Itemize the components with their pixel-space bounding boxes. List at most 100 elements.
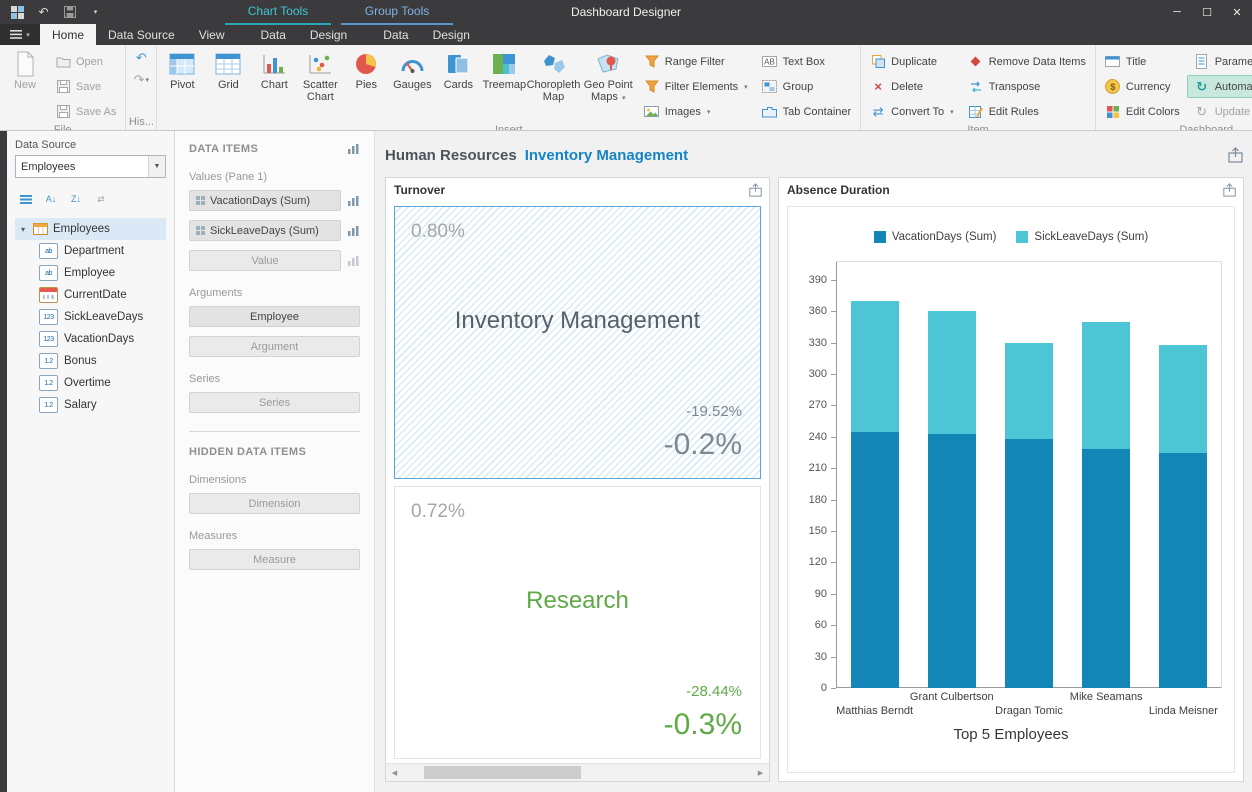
group-button[interactable]: Group bbox=[755, 75, 859, 98]
value-chip-sickleavedays[interactable]: SickLeaveDays (Sum) bbox=[189, 220, 341, 241]
currency-button[interactable]: $Currency bbox=[1098, 75, 1187, 98]
close-button[interactable]: ✕ bbox=[1222, 0, 1252, 24]
application-menu-button[interactable]: ▾ bbox=[0, 24, 40, 45]
turnover-export-button[interactable] bbox=[748, 183, 763, 197]
insert-chart-button[interactable]: Chart bbox=[251, 47, 297, 114]
insert-choropleth-map-button[interactable]: Choropleth Map bbox=[527, 47, 579, 114]
convert-to-button[interactable]: ⇄Convert To▾ bbox=[863, 100, 961, 123]
undo-quick-icon[interactable]: ↶ bbox=[36, 5, 51, 20]
delete-button[interactable]: ×Delete bbox=[863, 75, 961, 98]
tree-node-employees[interactable]: ▾ Employees bbox=[15, 218, 166, 240]
insert-cards-button[interactable]: Cards bbox=[435, 47, 481, 114]
chip-options-icon[interactable] bbox=[347, 195, 360, 207]
filter-elements-button[interactable]: Filter Elements▾ bbox=[637, 75, 755, 98]
new-button[interactable]: New bbox=[2, 47, 48, 114]
parameters-button[interactable]: Parameters bbox=[1187, 50, 1252, 73]
select-caret-icon[interactable]: ▼ bbox=[148, 156, 165, 177]
open-folder-icon bbox=[55, 54, 71, 70]
card-inventory-management[interactable]: 0.80% Inventory Management -19.52% -0.2% bbox=[394, 206, 761, 479]
dashboard-export-button[interactable] bbox=[1227, 147, 1244, 163]
chip-options-icon[interactable] bbox=[347, 225, 360, 237]
scroll-left-arrow[interactable]: ◀ bbox=[386, 764, 403, 781]
turnover-hscrollbar[interactable]: ◀ ▶ bbox=[386, 763, 769, 781]
save-quick-icon[interactable] bbox=[62, 5, 77, 20]
automatic-updates-button[interactable]: ↻Automatic Updates bbox=[1187, 75, 1252, 98]
argument-chip-employee[interactable]: Employee bbox=[189, 306, 360, 327]
tab-home[interactable]: Home bbox=[40, 24, 96, 45]
measure-placeholder-chip[interactable]: Measure bbox=[189, 549, 360, 570]
range-filter-button[interactable]: Range Filter bbox=[637, 50, 755, 73]
tree-field-bonus[interactable]: 1.2 Bonus bbox=[15, 350, 166, 372]
insert-grid-button[interactable]: Grid bbox=[205, 47, 251, 114]
list-icon bbox=[20, 195, 32, 204]
tab-chart-design[interactable]: Design bbox=[298, 24, 359, 45]
tree-field-sickleavedays[interactable]: 123 SickLeaveDays bbox=[15, 306, 166, 328]
series-placeholder-chip[interactable]: Series bbox=[189, 392, 360, 413]
tree-field-currentdate[interactable]: CurrentDate bbox=[15, 284, 166, 306]
edit-rules-button[interactable]: Edit Rules bbox=[961, 100, 1093, 123]
absence-export-button[interactable] bbox=[1222, 183, 1237, 197]
update-button[interactable]: ↻Update bbox=[1187, 100, 1252, 123]
minimize-button[interactable]: ─ bbox=[1162, 0, 1192, 24]
title-button[interactable]: Title bbox=[1098, 50, 1187, 73]
scatter-chart-icon bbox=[307, 50, 333, 77]
scroll-track[interactable] bbox=[403, 764, 752, 781]
turnover-panel[interactable]: Turnover 0.80% Inventory Management -19.… bbox=[385, 177, 770, 782]
sort-descending-button[interactable]: Z↓ bbox=[65, 190, 87, 208]
data-source-select[interactable]: Employees ▼ bbox=[15, 155, 166, 178]
remove-data-items-button[interactable]: Remove Data Items bbox=[961, 50, 1093, 73]
save-as-button[interactable]: Save As bbox=[48, 100, 123, 123]
insert-geo-point-maps-button[interactable]: Geo Point Maps ▾ bbox=[580, 47, 637, 114]
transpose-button[interactable]: Transpose bbox=[961, 75, 1093, 98]
y-tick-label: 0 bbox=[821, 682, 827, 694]
tab-container-button[interactable]: Tab Container bbox=[755, 100, 859, 123]
value-chip-vacationdays[interactable]: VacationDays (Sum) bbox=[189, 190, 341, 211]
tree-field-department[interactable]: ab Department bbox=[15, 240, 166, 262]
tab-chart-data[interactable]: Data bbox=[249, 24, 298, 45]
text-box-button[interactable]: AB Text Box bbox=[755, 50, 859, 73]
chip-options-icon[interactable] bbox=[347, 255, 360, 267]
contextual-tab-chart-tools[interactable]: Chart Tools bbox=[225, 0, 331, 25]
data-items-options-icon[interactable] bbox=[347, 143, 360, 155]
window-title: Dashboard Designer bbox=[0, 5, 1252, 19]
tree-field-salary[interactable]: 1.2 Salary bbox=[15, 394, 166, 416]
cards-icon bbox=[445, 50, 471, 77]
swap-button[interactable]: ⇄ bbox=[90, 190, 112, 208]
value-placeholder-chip[interactable]: Value bbox=[189, 250, 341, 271]
tree-field-overtime[interactable]: 1.2 Overtime bbox=[15, 372, 166, 394]
insert-pivot-button[interactable]: Pivot bbox=[159, 47, 205, 114]
sort-ascending-button[interactable]: A↓ bbox=[40, 190, 62, 208]
open-button[interactable]: Open bbox=[48, 50, 123, 73]
y-tick-label: 390 bbox=[809, 274, 827, 286]
insert-treemap-button[interactable]: Treemap bbox=[481, 47, 527, 114]
scroll-right-arrow[interactable]: ▶ bbox=[752, 764, 769, 781]
insert-pies-button[interactable]: Pies bbox=[343, 47, 389, 114]
tree-field-vacationdays[interactable]: 123 VacationDays bbox=[15, 328, 166, 350]
scroll-thumb[interactable] bbox=[424, 766, 581, 779]
contextual-tab-group-tools[interactable]: Group Tools bbox=[341, 0, 453, 25]
duplicate-button[interactable]: Duplicate bbox=[863, 50, 961, 73]
argument-placeholder-chip[interactable]: Argument bbox=[189, 336, 360, 357]
dimension-placeholder-chip[interactable]: Dimension bbox=[189, 493, 360, 514]
maximize-button[interactable]: ☐ bbox=[1192, 0, 1222, 24]
absence-duration-panel[interactable]: Absence Duration VacationDays (Sum) Sic bbox=[778, 177, 1244, 782]
tab-group-data[interactable]: Data bbox=[371, 24, 420, 45]
card-research[interactable]: 0.72% Research -28.44% -0.3% bbox=[394, 486, 761, 759]
images-button[interactable]: Images▾ bbox=[637, 100, 755, 123]
tab-data-source[interactable]: Data Source bbox=[96, 24, 187, 45]
group-label-item: Item bbox=[863, 123, 1093, 131]
field-list-options-button[interactable] bbox=[15, 190, 37, 208]
tree-field-employee[interactable]: ab Employee bbox=[15, 262, 166, 284]
quick-access-caret-icon[interactable]: ▾ bbox=[88, 5, 103, 20]
undo-button[interactable]: ↶ bbox=[128, 47, 154, 69]
insert-scatter-chart-button[interactable]: Scatter Chart bbox=[297, 47, 343, 114]
redo-button[interactable]: ↷▾ bbox=[128, 69, 154, 91]
values-section-label: Values (Pane 1) bbox=[189, 171, 360, 183]
edit-colors-button[interactable]: Edit Colors bbox=[1098, 100, 1187, 123]
series-section-label: Series bbox=[189, 373, 360, 385]
expand-caret-icon[interactable]: ▾ bbox=[18, 225, 28, 234]
insert-gauges-button[interactable]: Gauges bbox=[389, 47, 435, 114]
tab-view[interactable]: View bbox=[187, 24, 237, 45]
tab-group-design[interactable]: Design bbox=[421, 24, 482, 45]
save-button[interactable]: Save bbox=[48, 75, 123, 98]
